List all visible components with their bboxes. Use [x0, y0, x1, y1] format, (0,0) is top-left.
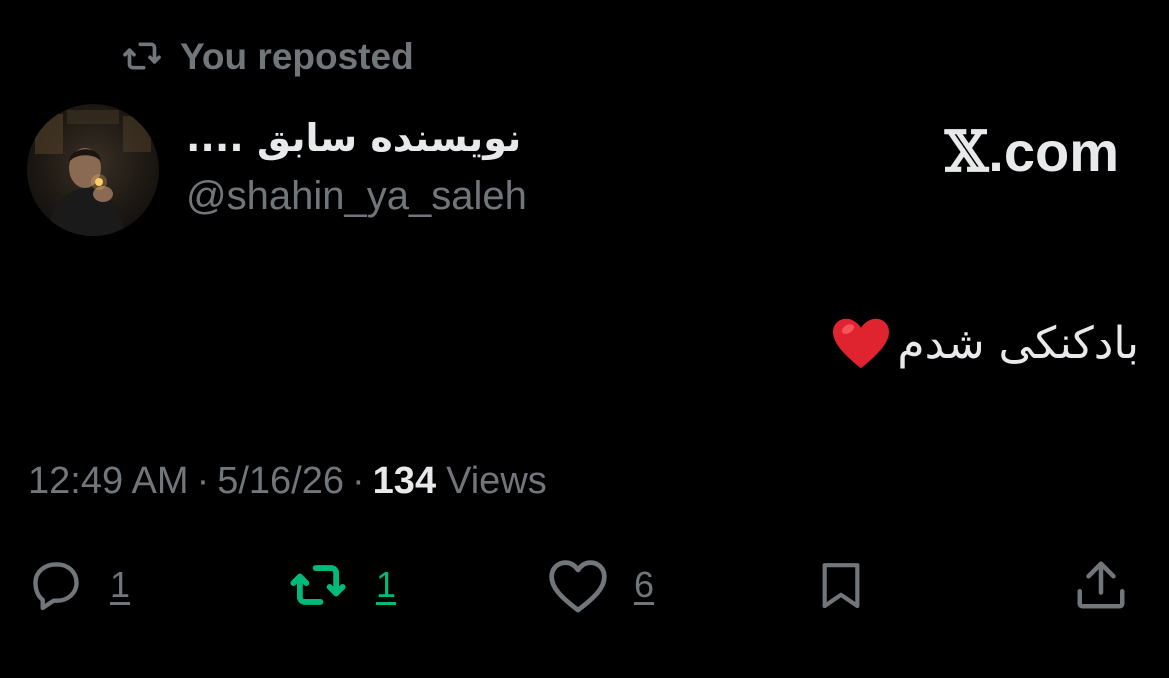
brand-suffix: .com	[988, 120, 1119, 183]
user-handle[interactable]: @shahin_ya_saleh	[186, 176, 527, 216]
tweet-text: بادکنکی شدم	[897, 318, 1139, 369]
bookmark-button[interactable]	[813, 553, 869, 617]
like-count[interactable]: 6	[634, 567, 654, 603]
reply-button[interactable]: 1	[26, 553, 130, 617]
x-logo-glyph: 𝕏	[944, 119, 989, 185]
bookmark-icon	[813, 555, 869, 615]
repost-count[interactable]: 1	[376, 567, 396, 603]
share-icon	[1071, 555, 1131, 615]
reply-count[interactable]: 1	[110, 567, 130, 603]
tweet-date[interactable]: 5/16/26	[217, 462, 344, 500]
tweet-body: بادکنکی شدم	[831, 316, 1139, 372]
views-count[interactable]: 134	[373, 462, 436, 500]
display-name[interactable]: نویسنده سابق ....	[186, 117, 521, 160]
brand-logo: 𝕏 .com	[944, 119, 1119, 185]
avatar[interactable]	[27, 104, 159, 236]
repost-icon	[284, 556, 352, 614]
tweet-time[interactable]: 12:49 AM	[28, 462, 189, 500]
like-button[interactable]: 6	[546, 553, 654, 617]
heart-icon	[546, 556, 610, 614]
repost-button[interactable]: 1	[284, 553, 396, 617]
repost-icon	[120, 36, 164, 76]
meta-separator: ·	[352, 460, 365, 502]
tweet-meta: 12:49 AM · 5/16/26 · 134 Views	[28, 462, 547, 500]
meta-separator: ·	[196, 460, 210, 502]
repost-header: You reposted	[120, 34, 414, 78]
share-button[interactable]	[1071, 553, 1131, 617]
heart-emoji-icon	[831, 316, 891, 372]
repost-header-text: You reposted	[180, 35, 414, 77]
views-label[interactable]: Views	[446, 462, 547, 500]
reply-icon	[26, 556, 86, 614]
